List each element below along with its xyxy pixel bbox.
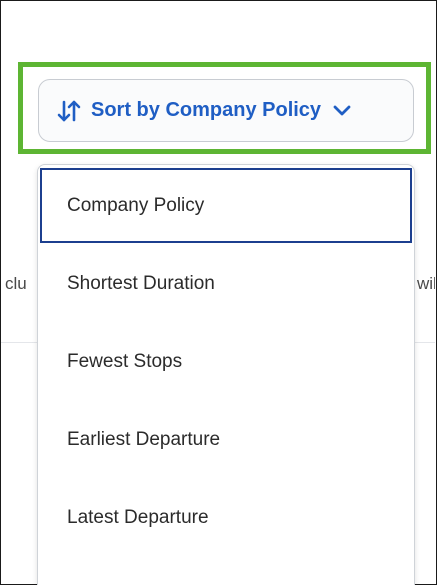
background-text-right: wil — [417, 274, 435, 293]
sort-button-label: Sort by Company Policy — [91, 99, 322, 121]
menu-item-latest-departure[interactable]: Latest Departure — [40, 480, 412, 555]
menu-item-shortest-duration[interactable]: Shortest Duration — [40, 246, 412, 321]
sort-dropdown-button[interactable]: Sort by Company Policy — [38, 79, 414, 142]
background-text-left: clu — [5, 274, 27, 293]
menu-item-earliest-departure[interactable]: Earliest Departure — [40, 402, 412, 477]
menu-item-company-policy[interactable]: Company Policy — [40, 168, 412, 243]
sort-arrows-icon — [57, 100, 81, 122]
chevron-down-icon — [333, 105, 351, 117]
sort-options-menu: Company Policy Shortest Duration Fewest … — [37, 164, 415, 585]
menu-item-fewest-stops[interactable]: Fewest Stops — [40, 324, 412, 399]
